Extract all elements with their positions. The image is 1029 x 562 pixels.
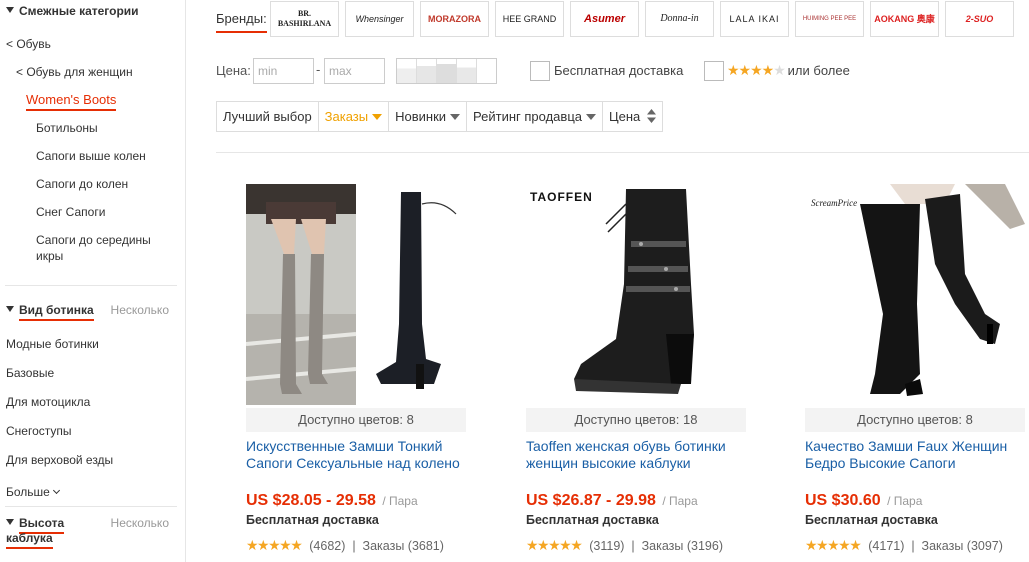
brand-logo-whensinger[interactable]: Whensinger	[345, 1, 414, 37]
brand-logo-br[interactable]: BR. BASHIRLANA	[270, 1, 339, 37]
product-photo-grey-boots	[245, 184, 457, 405]
breadcrumb-shoes[interactable]: < Обувь	[6, 36, 51, 52]
boot-type-snowshoes[interactable]: Снегоступы	[6, 423, 72, 439]
product-title-link[interactable]: Taoffen женская обувь ботинки женщин выс…	[526, 438, 756, 472]
sidebar-divider	[5, 506, 177, 507]
price-histogram[interactable]	[396, 58, 497, 84]
rating-filter-stars[interactable]: ★★★★★ или более	[727, 62, 850, 79]
free-shipping-checkbox[interactable]	[530, 61, 550, 81]
brand-logo-2-suo[interactable]: 2-SUO	[945, 1, 1014, 37]
brand-logo-huiming[interactable]: HUIMING PEE PEE	[795, 1, 864, 37]
brand-logo-hee-grand[interactable]: HEE GRAND	[495, 1, 564, 37]
rating-stars-icon: ★★★★★	[246, 537, 303, 553]
collapse-triangle-icon	[6, 306, 14, 312]
product-stats: ★★★★★ (4171) | Заказы (3097)	[805, 537, 1003, 553]
boot-type-more-link[interactable]: Больше	[6, 484, 60, 500]
boot-type-motorcycle[interactable]: Для мотоцикла	[6, 394, 90, 410]
sort-arrow-down-icon	[450, 114, 461, 120]
free-shipping-text: Бесплатная доставка	[246, 513, 379, 527]
brand-logo-donna-in[interactable]: Donna-in	[645, 1, 714, 37]
orders-count: Заказы (3097)	[921, 539, 1003, 553]
colors-available[interactable]: Доступно цветов: 8	[805, 408, 1025, 432]
product-stats: ★★★★★ (4682) | Заказы (3681)	[246, 537, 444, 553]
sort-seller-rating[interactable]: Рейтинг продавца	[467, 102, 603, 131]
sidebar-divider	[5, 285, 177, 286]
subcategory-ankle-boots[interactable]: Ботильоны	[36, 120, 98, 136]
price-min-input[interactable]: min	[253, 58, 314, 84]
active-category-womens-boots[interactable]: Women's Boots	[26, 92, 117, 111]
reviews-link[interactable]: (4171)	[868, 539, 904, 553]
heel-height-heading[interactable]: Высота каблука	[6, 516, 86, 549]
rating-stars-icon: ★★★★★	[805, 537, 862, 553]
boot-type-basic[interactable]: Базовые	[6, 365, 54, 381]
free-shipping-label[interactable]: Бесплатная доставка	[554, 63, 683, 78]
brand-logo-taoffen: TAOFFEN	[530, 190, 593, 204]
boot-type-fashion[interactable]: Модные ботинки	[6, 336, 99, 352]
sort-price[interactable]: Цена	[603, 102, 662, 131]
reviews-link[interactable]: (4682)	[309, 539, 345, 553]
related-categories-heading[interactable]: Смежные категории	[6, 4, 139, 18]
sort-arrow-down-icon	[372, 114, 383, 120]
brand-logo-morazora[interactable]: MORAZORA	[420, 1, 489, 37]
heel-multiple-toggle[interactable]: Несколько	[111, 516, 169, 530]
product-image[interactable]	[245, 184, 466, 405]
price-dash: -	[316, 62, 321, 77]
collapse-triangle-icon	[6, 519, 14, 525]
subcategory-over-knee[interactable]: Сапоги выше колен	[36, 148, 146, 164]
sort-best-match[interactable]: Лучший выбор	[217, 102, 319, 131]
sort-newest[interactable]: Новинки	[389, 102, 468, 131]
sort-updown-icon	[646, 109, 656, 123]
chevron-down-icon	[52, 486, 60, 495]
brand-logo-aokang[interactable]: AOKANG 奥康	[870, 1, 939, 37]
rating-filter-checkbox[interactable]	[704, 61, 724, 81]
free-shipping-text: Бесплатная доставка	[805, 513, 938, 527]
sort-bar: Лучший выбор Заказы Новинки Рейтинг прод…	[216, 101, 663, 132]
product-image[interactable]: TAOFFEN	[526, 184, 746, 405]
subcategory-snow-boots[interactable]: Снег Сапоги	[36, 204, 105, 220]
colors-available[interactable]: Доступно цветов: 18	[526, 408, 746, 432]
rating-stars-icon: ★★★★★	[526, 537, 583, 553]
breadcrumb-women-shoes[interactable]: < Обувь для женщин	[16, 64, 133, 80]
boot-type-riding[interactable]: Для верховой езды	[6, 452, 113, 468]
subcategory-knee-high[interactable]: Сапоги до колен	[36, 176, 128, 192]
content-divider	[216, 152, 1029, 153]
product-title-link[interactable]: Качество Замши Faux Женщин Бедро Высокие…	[805, 438, 1027, 472]
product-title-link[interactable]: Искусственные Замши Тонкий Сапоги Сексуа…	[246, 438, 476, 472]
sort-orders[interactable]: Заказы	[319, 102, 390, 131]
product-photo-black-lace-boot	[526, 184, 746, 405]
price-label: Цена:	[216, 63, 251, 78]
reviews-link[interactable]: (3119)	[589, 539, 624, 553]
colors-available[interactable]: Доступно цветов: 8	[246, 408, 466, 432]
sidebar: Смежные категории < Обувь < Обувь для же…	[0, 0, 186, 562]
star-empty-icon: ★	[773, 62, 786, 78]
boot-type-heading[interactable]: Вид ботинка	[6, 303, 94, 321]
brand-logo-lala-ikai[interactable]: LALA IKAI	[720, 1, 789, 37]
product-photo-thigh-high-boots	[805, 184, 1025, 405]
collapse-triangle-icon	[6, 7, 14, 13]
product-image[interactable]: ScreamPrice	[805, 184, 1025, 405]
product-price: US $28.05 - 29.58 / Пара	[246, 492, 418, 509]
orders-count: Заказы (3196)	[641, 539, 724, 553]
brand-logo-screamprice: ScreamPrice	[811, 198, 858, 208]
product-stats: ★★★★★ (3119) | Заказы (3196)	[526, 537, 724, 553]
price-max-input[interactable]: max	[324, 58, 385, 84]
brand-logo-asumer[interactable]: Asumer	[570, 1, 639, 37]
orders-count: Заказы (3681)	[362, 539, 444, 553]
star-icon: ★★★★	[727, 62, 774, 78]
brands-label: Бренды:	[216, 11, 267, 33]
subcategory-mid-calf[interactable]: Сапоги до середины икры	[36, 232, 171, 264]
free-shipping-text: Бесплатная доставка	[526, 513, 659, 527]
product-price: US $30.60 / Пара	[805, 492, 923, 509]
product-price: US $26.87 - 29.98 / Пара	[526, 492, 698, 509]
boot-type-multiple-toggle[interactable]: Несколько	[111, 303, 169, 317]
sort-arrow-down-icon	[586, 114, 596, 120]
